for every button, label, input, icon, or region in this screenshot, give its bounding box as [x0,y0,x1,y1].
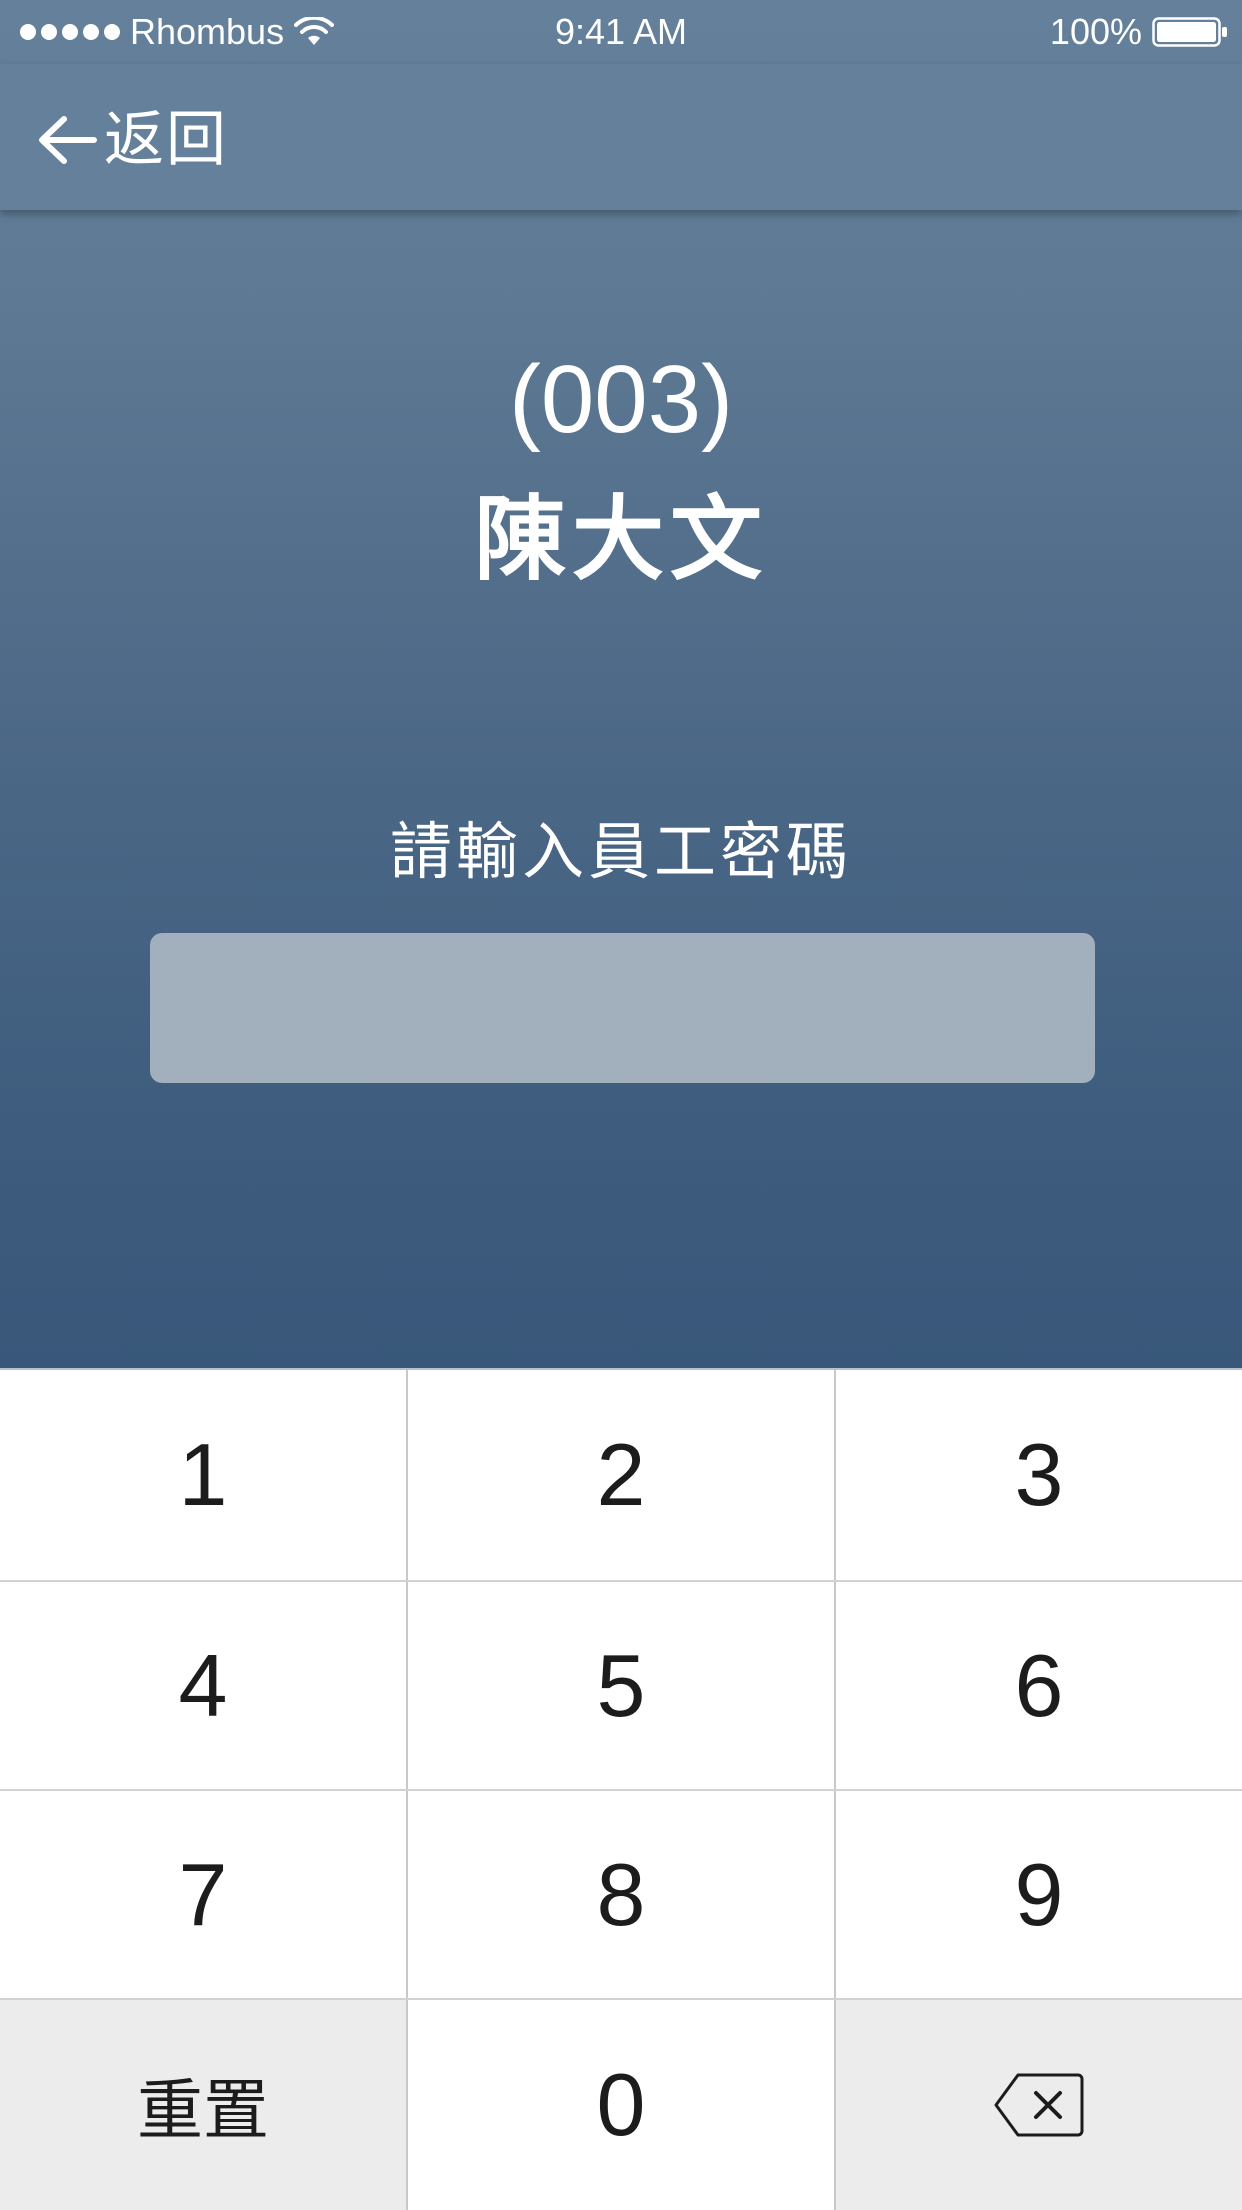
keypad-divider [0,1998,1242,2000]
backspace-button[interactable] [836,2000,1242,2210]
key-9[interactable]: 9 [836,1791,1242,1998]
status-bar: Rhombus 9:41 AM 100% [0,0,1242,64]
battery-icon [1152,17,1227,47]
navigation-bar: 返回 [0,64,1242,210]
battery-percentage: 100% [1049,11,1142,52]
key-5[interactable]: 5 [408,1582,834,1789]
back-label: 返回 [104,105,228,175]
password-prompt: 請輸入員工密碼 [389,815,852,888]
reset-button[interactable]: 重置 [0,2000,406,2210]
key-4[interactable]: 4 [0,1582,406,1789]
arrow-left-icon [39,116,97,164]
keypad-divider [0,1580,1242,1582]
backspace-icon [994,2073,1084,2137]
key-2[interactable]: 2 [408,1370,834,1580]
numeric-keypad: 1 2 3 4 5 6 7 8 9 重置 0 [0,1368,1242,2210]
key-0[interactable]: 0 [408,2000,834,2210]
employee-code: (003) [508,346,734,453]
key-6[interactable]: 6 [836,1582,1242,1789]
header-background: Rhombus 9:41 AM 100% 返回 (003) 陳大文 請輸入員工密… [0,0,1242,1368]
employee-name: 陳大文 [473,486,768,593]
back-button[interactable]: 返回 [36,104,228,176]
key-7[interactable]: 7 [0,1791,406,1998]
password-input[interactable] [150,933,1095,1083]
battery-status: 100% [1050,8,1228,56]
key-1[interactable]: 1 [0,1370,406,1580]
key-3[interactable]: 3 [836,1370,1242,1580]
key-8[interactable]: 8 [408,1791,834,1998]
keypad-divider [0,1789,1242,1791]
